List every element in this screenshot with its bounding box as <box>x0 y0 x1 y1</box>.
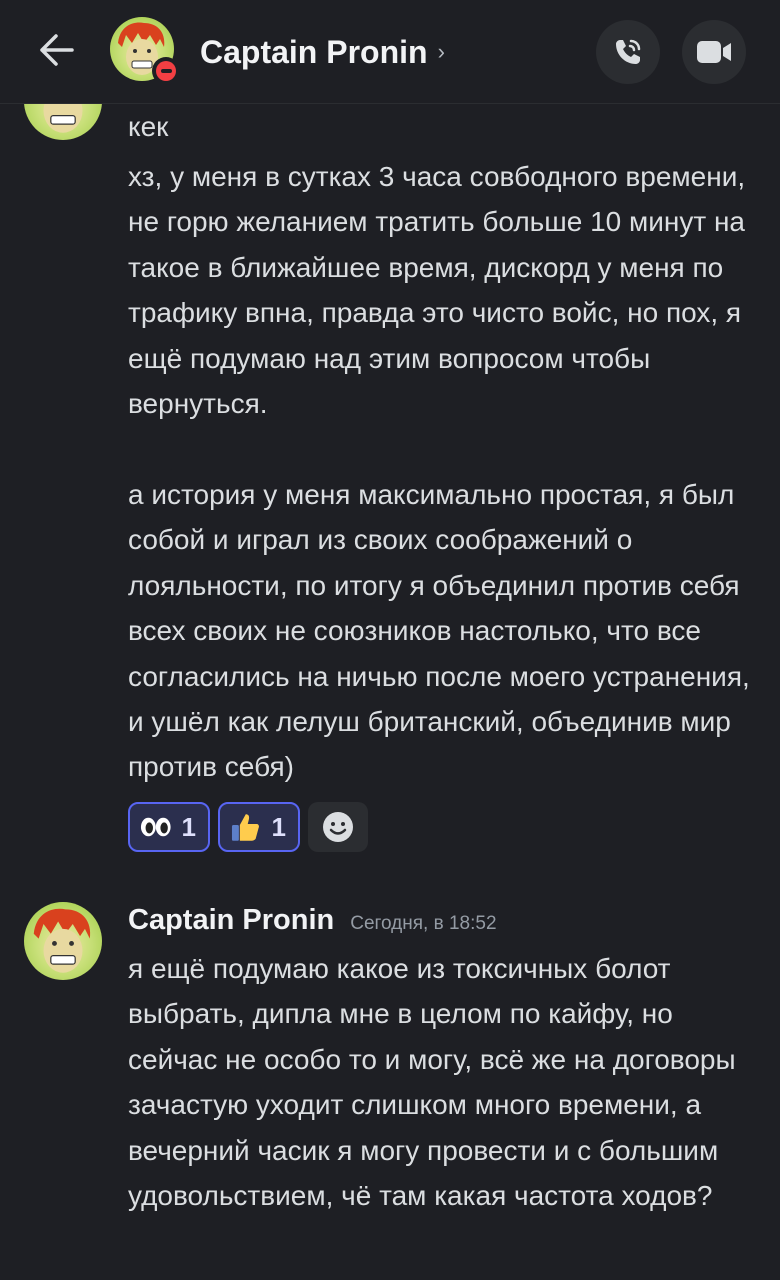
phone-call-icon <box>616 39 641 64</box>
message-header: Captain Pronin Сегодня, в 18:52 <box>128 904 497 937</box>
thumbs-up-emoji <box>231 814 259 841</box>
message-timestamp: Сегодня, в 18:52 <box>350 913 497 934</box>
message-text: я ещё подумаю какое из токсичных болот в… <box>128 953 736 1212</box>
voice-call-button[interactable] <box>596 20 660 84</box>
header-username: Captain Pronin <box>200 33 428 70</box>
chevron-right-icon: › <box>437 39 445 64</box>
header-avatar[interactable] <box>110 17 180 85</box>
message-text: хз, у меня в сутках 3 часа совбодного вр… <box>128 161 746 420</box>
avatar <box>24 104 102 140</box>
channel-title[interactable]: Captain Pronin › <box>200 30 445 74</box>
reaction-eyes[interactable]: 1 <box>128 802 210 852</box>
back-button[interactable] <box>30 24 82 76</box>
chat-header: Captain Pronin › <box>0 0 780 104</box>
dnd-status-indicator <box>152 57 180 85</box>
message-author[interactable]: Captain Pronin <box>128 904 334 937</box>
message-avatar[interactable] <box>24 902 102 980</box>
reaction-count: 1 <box>181 811 196 842</box>
arrow-left-icon <box>40 34 74 66</box>
eyes-emoji <box>140 817 171 837</box>
avatar <box>24 902 102 980</box>
message-text: а история у меня максимально простая, я … <box>128 479 750 783</box>
message-avatar[interactable] <box>24 104 102 140</box>
add-reaction-smiley-icon <box>323 812 353 842</box>
video-call-button[interactable] <box>682 20 746 84</box>
reaction-count: 1 <box>271 811 286 842</box>
video-camera-icon <box>697 41 731 63</box>
reaction-thumbs-up[interactable]: 1 <box>218 802 300 852</box>
add-reaction-button[interactable] <box>308 802 368 852</box>
reaction-bar: 1 1 <box>128 802 368 852</box>
message-text: кек <box>128 111 169 142</box>
message-list[interactable]: кек хз, у меня в сутках 3 часа совбодног… <box>0 104 780 1280</box>
